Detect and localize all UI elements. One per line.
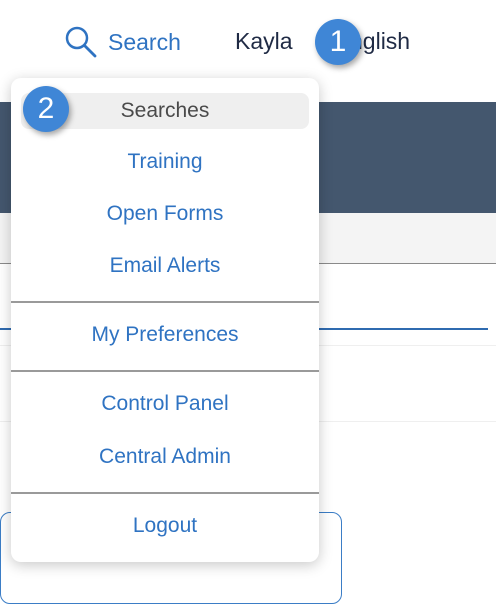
callout-badge-1: 1 bbox=[315, 19, 361, 65]
menu-item-training[interactable]: Training bbox=[11, 149, 319, 175]
callout-badge-2: 2 bbox=[23, 86, 69, 132]
menu-separator bbox=[11, 370, 319, 372]
menu-item-control-panel[interactable]: Control Panel bbox=[11, 391, 319, 417]
menu-item-email-alerts[interactable]: Email Alerts bbox=[11, 253, 319, 279]
menu-item-my-preferences[interactable]: My Preferences bbox=[11, 322, 319, 348]
menu-item-central-admin[interactable]: Central Admin bbox=[11, 444, 319, 470]
search-icon bbox=[65, 26, 97, 58]
user-dropdown-menu: Searches Training Open Forms Email Alert… bbox=[11, 78, 319, 562]
user-menu-toggle[interactable]: Kayla bbox=[235, 28, 293, 55]
menu-item-logout[interactable]: Logout bbox=[11, 513, 319, 539]
menu-separator bbox=[11, 301, 319, 303]
menu-item-open-forms[interactable]: Open Forms bbox=[11, 201, 319, 227]
search-link[interactable]: Search bbox=[64, 24, 181, 60]
search-label: Search bbox=[108, 28, 181, 55]
menu-separator bbox=[11, 492, 319, 494]
